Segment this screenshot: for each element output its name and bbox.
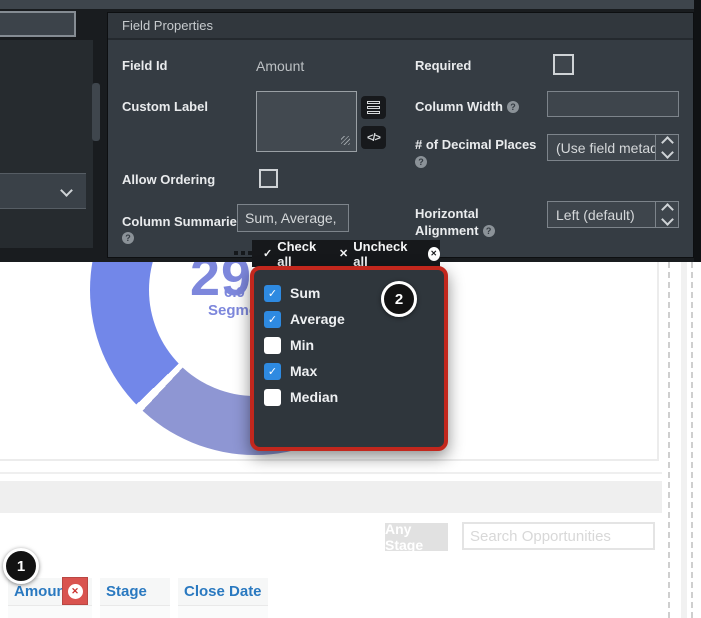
option-row-max[interactable]: ✓ Max [264, 358, 444, 384]
scrollbar-thumb[interactable] [92, 83, 100, 141]
rows-icon [367, 101, 380, 104]
close-icon[interactable]: ✕ [428, 247, 440, 261]
custom-label-label: Custom Label [122, 99, 208, 114]
required-label: Required [415, 58, 471, 73]
allow-ordering-checkbox[interactable] [259, 169, 278, 188]
decimal-places-label: # of Decimal Places [415, 137, 536, 152]
option-row-sum[interactable]: ✓ Sum [264, 280, 444, 306]
check-icon: ✓ [263, 247, 272, 260]
table-column-close-date: Close Date [178, 578, 268, 618]
horizontal-alignment-label-2: Alignment? [415, 223, 495, 238]
decimal-places-select[interactable]: (Use field metad [547, 134, 679, 161]
donut-secondary-value: 6.9 [224, 284, 245, 301]
background-panel [0, 40, 93, 248]
dialog-header: Field Properties [108, 13, 693, 40]
close-date-column-link[interactable]: Close Date [184, 583, 262, 600]
background-input[interactable] [0, 11, 76, 37]
chevron-down-icon [661, 213, 674, 226]
merge-rows-button[interactable] [361, 96, 386, 119]
dark-backdrop: Field Properties Field Id Amount Require… [0, 0, 701, 262]
summaries-dropdown-toolbar: ✓ Check all ✕ Uncheck all ✕ [252, 240, 440, 267]
checkbox-checked[interactable]: ✓ [264, 285, 281, 302]
summaries-options-panel: ✓ Sum ✓ Average Min ✓ Max Median [250, 266, 448, 451]
annotation-step-1: 1 [3, 548, 39, 584]
layout-guide-strip [681, 262, 687, 618]
field-id-label: Field Id [122, 58, 168, 73]
resize-grip-icon[interactable] [341, 136, 350, 145]
column-summaries-label: Column Summaries [122, 214, 244, 229]
option-row-average[interactable]: ✓ Average [264, 306, 444, 332]
checkbox-checked[interactable]: ✓ [264, 363, 281, 380]
stage-column-link[interactable]: Stage [106, 583, 147, 600]
top-window-strip [0, 0, 701, 9]
dialog-resize-dots[interactable] [234, 251, 252, 255]
required-checkbox[interactable] [553, 54, 574, 75]
layout-guide-dashed [691, 262, 693, 618]
help-icon: ? [507, 101, 519, 113]
checkbox-unchecked[interactable] [264, 389, 281, 406]
background-select[interactable] [0, 173, 86, 209]
remove-icon: ✕ [68, 584, 83, 599]
layout-guide-dashed [668, 262, 670, 618]
card-right-border [657, 262, 659, 461]
column-width-label: Column Width? [415, 99, 519, 114]
help-icon: ? [122, 232, 134, 244]
column-width-input[interactable] [547, 91, 679, 117]
table-column-stage: Stage [100, 578, 170, 618]
chevron-down-icon [60, 184, 73, 197]
field-id-value: Amount [256, 58, 304, 74]
section-band [0, 481, 662, 513]
dialog-edge-shadow [694, 0, 701, 262]
cross-icon: ✕ [339, 247, 348, 260]
column-summaries-input[interactable] [237, 204, 349, 232]
select-stepper [655, 202, 678, 227]
select-stepper [655, 135, 678, 160]
allow-ordering-label: Allow Ordering [122, 172, 215, 187]
chevron-down-icon [661, 146, 674, 159]
uncheck-all-button[interactable]: Uncheck all [353, 239, 417, 269]
remove-column-button[interactable]: ✕ [62, 577, 88, 605]
decimal-places-value: (Use field metad [548, 140, 655, 156]
horizontal-alignment-select[interactable]: Left (default) [547, 201, 679, 228]
annotation-step-2: 2 [381, 281, 417, 317]
horizontal-alignment-label: Horizontal [415, 206, 479, 221]
horizontal-alignment-value: Left (default) [548, 207, 655, 223]
check-all-button[interactable]: Check all [277, 239, 328, 269]
rows-icon [367, 111, 380, 114]
rows-icon [367, 106, 380, 109]
section-divider [0, 472, 662, 474]
any-stage-button[interactable]: Any Stage [385, 523, 448, 551]
checkbox-checked[interactable]: ✓ [264, 311, 281, 328]
checkbox-unchecked[interactable] [264, 337, 281, 354]
help-icon: ? [483, 225, 495, 237]
screen: 29 6.9 Segme Any Stage Amount Stage Clos… [0, 0, 701, 618]
search-input[interactable] [462, 522, 655, 550]
help-icon: ? [415, 156, 427, 168]
card-bottom-border [0, 459, 659, 461]
dialog-title: Field Properties [108, 18, 213, 33]
option-row-median[interactable]: Median [264, 384, 444, 410]
code-icon: </> [367, 132, 380, 144]
field-properties-dialog: Field Properties Field Id Amount Require… [107, 12, 694, 258]
option-row-min[interactable]: Min [264, 332, 444, 358]
code-editor-button[interactable]: </> [361, 126, 386, 149]
